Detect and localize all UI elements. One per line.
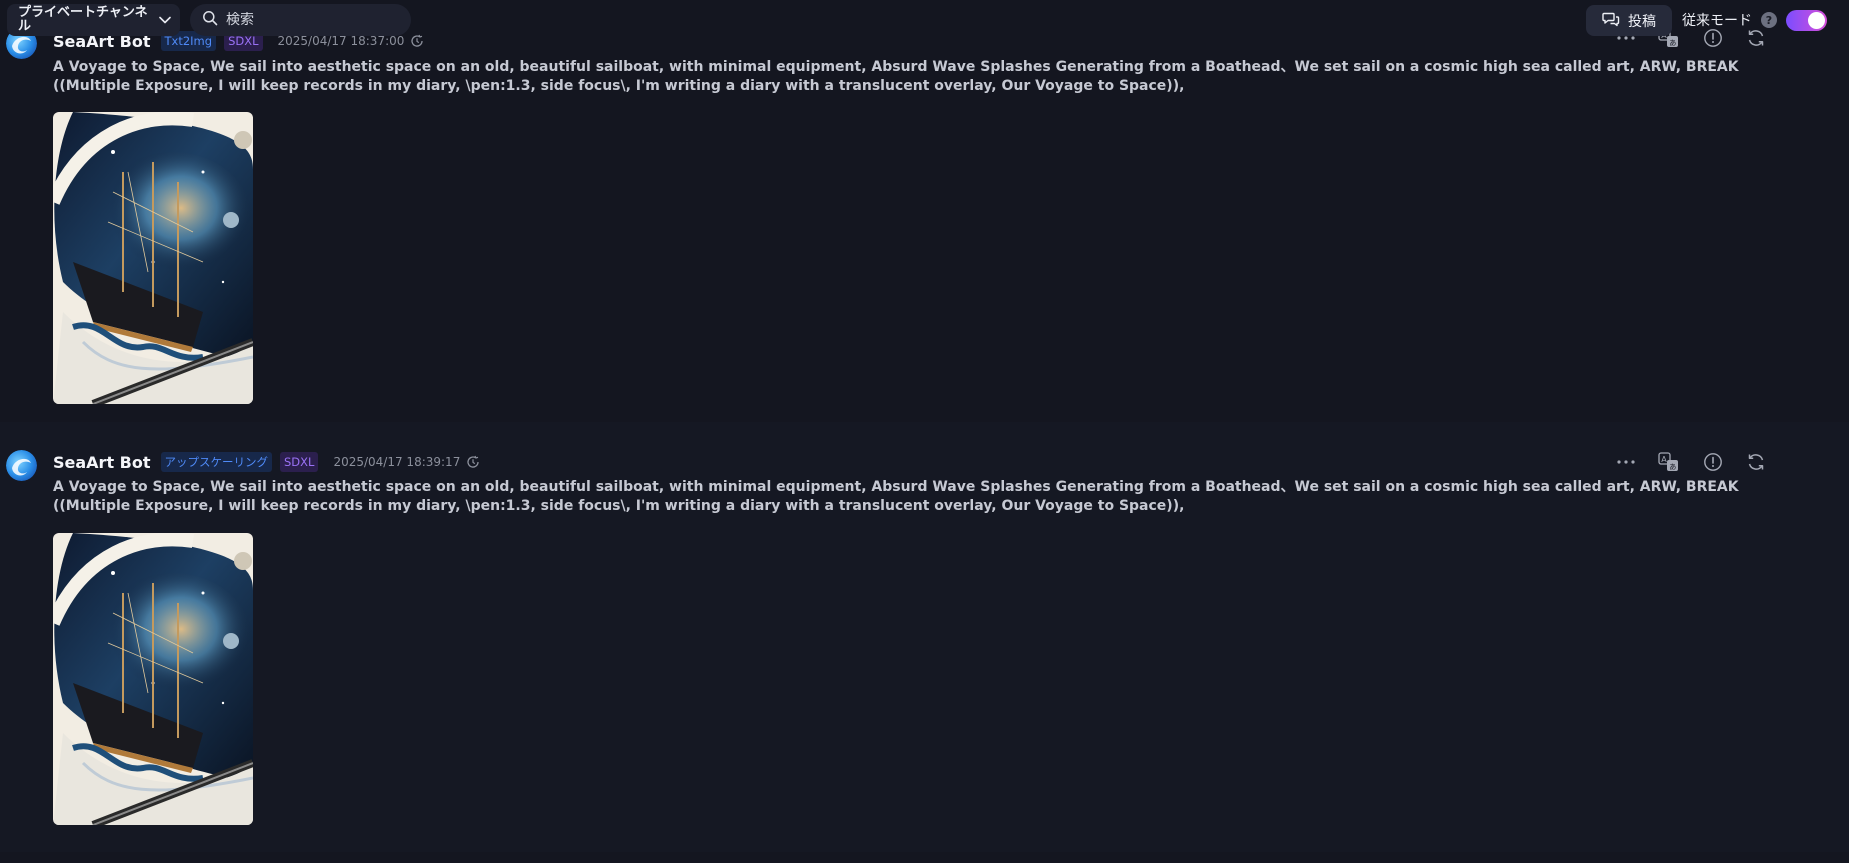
model-tag: SDXL [280,452,319,472]
avatar[interactable] [6,450,37,481]
search-box[interactable] [190,4,411,36]
clock-refresh-icon[interactable] [466,455,480,469]
message-actions: Aあ [1615,451,1767,473]
more-icon[interactable] [1615,451,1637,473]
message-item: SeaArt Bot アップスケーリング SDXL 2025/04/17 18:… [0,438,1849,848]
toggle-knob [1808,11,1825,29]
legacy-mode-label: 従来モード [1682,13,1752,29]
generated-image[interactable] [53,533,253,825]
chevron-down-icon [158,13,172,27]
regenerate-icon[interactable] [1745,451,1767,473]
translate-icon[interactable]: Aあ [1658,451,1680,473]
timestamp: 2025/04/17 18:39:17 [333,455,461,469]
legacy-mode-toggle[interactable] [1786,9,1827,31]
question-icon[interactable]: ? [1761,12,1777,28]
search-icon [202,10,218,30]
author-name[interactable]: SeaArt Bot [53,453,151,472]
chat-bubbles-icon [1602,11,1620,31]
prompt-text: A Voyage to Space, We sail into aestheti… [53,59,1739,94]
legacy-mode: 従来モード ? [1682,8,1827,32]
timestamp: 2025/04/17 18:37:00 [277,34,405,48]
prompt-text: A Voyage to Space, We sail into aestheti… [53,479,1739,514]
search-input[interactable] [226,12,396,28]
channel-name: プライベートチャンネル [18,5,148,34]
message-header: SeaArt Bot アップスケーリング SDXL 2025/04/17 18:… [53,451,480,473]
svg-text:あ: あ [1670,463,1677,471]
svg-text:あ: あ [1670,39,1677,47]
report-icon[interactable] [1702,451,1724,473]
clock-refresh-icon[interactable] [410,34,424,48]
message-item: SeaArt Bot Txt2Img SDXL 2025/04/17 18:37… [0,20,1849,418]
svg-text:A: A [1662,455,1668,464]
channel-selector[interactable]: プライベートチャンネル [7,4,180,36]
post-label: 投稿 [1628,13,1656,30]
generated-image[interactable] [53,112,253,404]
mode-tag: アップスケーリング [160,452,272,472]
post-button[interactable]: 投稿 [1586,5,1672,36]
